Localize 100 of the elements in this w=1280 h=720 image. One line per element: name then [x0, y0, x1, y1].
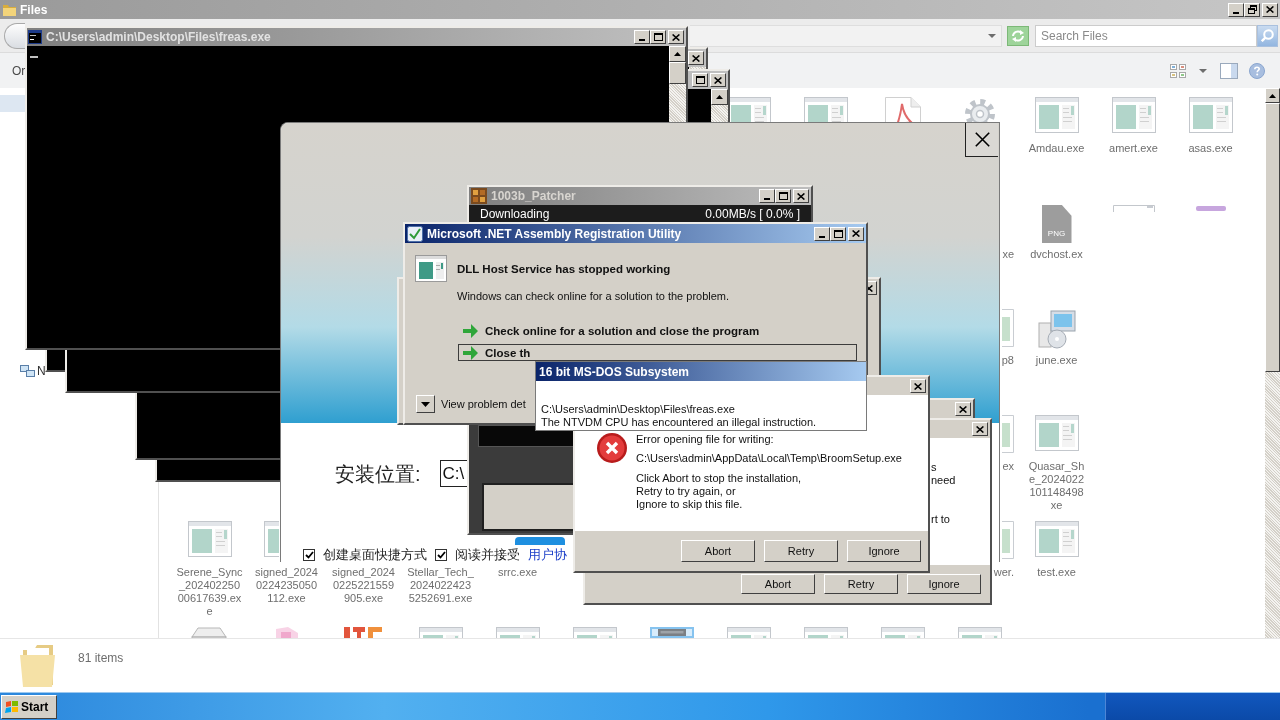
computers-icon: [20, 364, 35, 377]
minimize-button[interactable]: [759, 189, 775, 203]
file-label[interactable]: signed_20240225221559905.exe: [330, 566, 397, 605]
caret-icon: [1199, 68, 1207, 73]
program-icon: [415, 255, 447, 282]
restore-button[interactable]: [1244, 2, 1260, 17]
dialog-button[interactable]: Ignore: [907, 574, 981, 594]
download-status: Downloading: [480, 206, 550, 221]
message-line: Retry to try again, or: [636, 485, 737, 498]
arrow-icon: [463, 345, 478, 360]
up-arrow-icon: [674, 52, 681, 56]
checkbox[interactable]: [435, 548, 447, 561]
window-title: 16 bit MS-DOS Subsystem: [539, 364, 690, 379]
message-line: Click Abort to stop the installation,: [636, 472, 803, 485]
caret-icon: [421, 401, 430, 407]
item-count: 81 items: [78, 651, 124, 665]
message-line: Error opening file for writing:: [636, 433, 775, 446]
document-icon[interactable]: [884, 97, 921, 122]
search-field[interactable]: Search Files: [1035, 24, 1257, 47]
file-icon[interactable]: [1195, 206, 1226, 211]
toolbar-button[interactable]: Or: [12, 63, 26, 78]
dialog-button[interactable]: Ignore: [847, 540, 921, 562]
checkmark-icon: [304, 550, 314, 559]
checkbox-label[interactable]: 阅读并接受: [455, 548, 520, 561]
file-label[interactable]: wer.: [993, 566, 1014, 579]
file-label[interactable]: signed_20240224235050112.exe: [253, 566, 320, 605]
option-button[interactable]: Close th: [458, 344, 857, 361]
message-line: C:\Users\admin\Desktop\Files\freas.exe: [541, 403, 736, 416]
file-label[interactable]: asas.exe: [1188, 142, 1233, 155]
nav-item[interactable]: N: [0, 362, 46, 379]
file-icon[interactable]: [343, 627, 384, 638]
scroll-up-button[interactable]: [711, 89, 728, 105]
dialog-button[interactable]: Abort: [741, 574, 815, 594]
dialog-button[interactable]: Retry: [824, 574, 898, 594]
preview-pane-icon[interactable]: [1220, 62, 1238, 79]
address-field[interactable]: [690, 24, 1002, 47]
start-button[interactable]: Start: [1, 694, 57, 719]
caret-icon: [988, 33, 996, 38]
message-line: s: [931, 461, 937, 474]
file-label[interactable]: p8: [1001, 354, 1014, 367]
maximize-icon: [833, 229, 843, 238]
details-link[interactable]: View problem det: [441, 397, 526, 411]
maximize-button[interactable]: [830, 226, 846, 241]
file-icon[interactable]: [189, 627, 230, 638]
search-button[interactable]: [1257, 24, 1278, 47]
refresh-icon: [1011, 29, 1025, 42]
file-label[interactable]: amert.exe: [1109, 142, 1158, 155]
input-field[interactable]: C:\: [439, 460, 469, 487]
file-label[interactable]: srrc.exe: [497, 566, 538, 579]
scroll-up-button[interactable]: [669, 46, 686, 62]
file-label[interactable]: test.exe: [1037, 566, 1076, 579]
flag-icon: [5, 700, 19, 713]
agreement-link[interactable]: 用户协: [528, 548, 567, 561]
minimize-button[interactable]: [814, 226, 830, 241]
window-title: Files: [20, 2, 48, 17]
maximize-button[interactable]: [650, 30, 666, 44]
message-line: Ignore to skip this file.: [636, 498, 744, 511]
file-label[interactable]: june.exe: [1035, 354, 1078, 367]
maximize-button[interactable]: [692, 73, 708, 87]
app-icon: [471, 188, 487, 204]
file-label[interactable]: Amdau.exe: [1028, 142, 1085, 155]
checkmark-icon: [436, 550, 446, 559]
file-label[interactable]: Stellar_Tech_20240224235252691.exe: [407, 566, 474, 605]
folder-icon: [20, 644, 55, 687]
scroll-thumb[interactable]: [1265, 103, 1280, 372]
computer-disc-icon[interactable]: [1036, 309, 1077, 349]
scroll-up-button[interactable]: [1265, 88, 1280, 103]
message-line: rt to: [931, 513, 950, 526]
file-label[interactable]: Serene_Sync_20240225000617639.exe: [176, 566, 243, 618]
file-label[interactable]: Quasar_Sh e_2024022 101148498 xe: [1028, 460, 1085, 512]
search-icon: [1261, 29, 1274, 42]
maximize-icon: [653, 33, 663, 41]
file-label[interactable]: ex: [1002, 460, 1014, 473]
close-icon: [692, 54, 700, 62]
view-icon[interactable]: [1170, 63, 1186, 78]
checkbox-label[interactable]: 创建桌面快捷方式: [323, 548, 427, 561]
close-icon: [974, 132, 990, 147]
scrollbar[interactable]: [1265, 88, 1280, 638]
expand-button[interactable]: [416, 395, 435, 413]
file-icon[interactable]: [1112, 205, 1155, 212]
file-label[interactable]: xe: [1002, 248, 1014, 261]
help-icon[interactable]: [1249, 62, 1265, 79]
refresh-button[interactable]: [1007, 25, 1029, 46]
checkbox[interactable]: [303, 548, 315, 561]
file-label[interactable]: dvchost.ex: [1030, 248, 1083, 261]
scroll-thumb[interactable]: [669, 62, 686, 84]
maximize-button[interactable]: [775, 189, 791, 203]
arrow-icon: [463, 323, 478, 338]
minimize-button[interactable]: [634, 30, 650, 44]
back-button[interactable]: [4, 22, 25, 49]
option-button[interactable]: Check online for a solution and close the program: [458, 322, 857, 339]
close-button[interactable]: [965, 123, 998, 157]
install-location-label: 安装位置:: [335, 461, 421, 486]
minimize-button[interactable]: [1228, 2, 1244, 17]
text-cursor: [30, 56, 38, 58]
dialog-button[interactable]: Retry: [764, 540, 838, 562]
close-icon: [1266, 6, 1274, 13]
error-icon: [597, 433, 627, 463]
up-arrow-icon: [1269, 93, 1276, 98]
dialog-button[interactable]: Abort: [681, 540, 755, 562]
